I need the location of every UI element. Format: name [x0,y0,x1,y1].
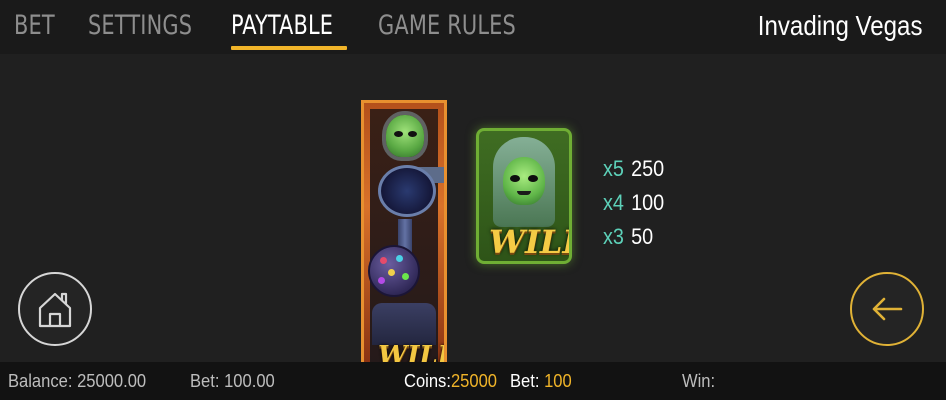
arrow-left-icon [872,297,903,321]
tab-bet[interactable]: BET [14,6,55,46]
back-button[interactable] [850,272,924,346]
payout-row: x4 100 [603,186,664,220]
bet-display: Bet: 100.00 [190,362,275,400]
alien-head [503,157,545,205]
home-icon [38,292,72,328]
expanded-wild-reel-image: WILD [361,100,447,362]
coins-label: Coins: [404,371,451,391]
payout-amount: 100 [631,190,665,215]
payout-multiplier: x5 [603,156,624,181]
balance-value: 25000.00 [77,371,147,391]
top-nav: BET SETTINGS PAYTABLE GAME RULES Invadin… [0,0,946,54]
win-label: Win: [682,371,716,391]
reel-wild-label: WILD [378,341,444,362]
active-tab-indicator [231,46,347,50]
alien-base [372,303,436,345]
payout-row: x5 250 [603,152,664,186]
alien-body [378,165,436,217]
status-bar: Balance: 25000.00 Bet: 100.00 Coins:2500… [0,362,946,400]
coin-bet-value: 100 [544,371,572,391]
coins-display: Coins:25000 [404,362,497,400]
alien-head [386,115,424,157]
payout-amount: 250 [631,156,665,181]
payout-amount: 50 [631,224,654,249]
payout-multiplier: x3 [603,224,624,249]
payout-row: x3 50 [603,220,664,254]
balance-display: Balance: 25000.00 [8,362,146,400]
tab-game-rules[interactable]: GAME RULES [378,6,516,46]
disco-ball [368,245,420,297]
home-button[interactable] [18,272,92,346]
wild-label: WILD [489,223,569,261]
wild-symbol-image: WILD [476,128,572,264]
tab-paytable[interactable]: PAYTABLE [231,6,333,46]
coin-bet-display: Bet: 100 [510,362,572,400]
payout-list: x5 250 x4 100 x3 50 [603,152,671,254]
coin-bet-label: Bet: [510,371,540,391]
paytable-panel: WILD WILD x5 250 x4 100 x3 50 [0,54,946,362]
payout-multiplier: x4 [603,190,624,215]
bet-label: Bet: [190,371,220,391]
win-display: Win: [682,362,715,400]
coins-value: 25000 [450,371,498,391]
bet-value: 100.00 [224,371,275,391]
game-title: Invading Vegas [757,10,922,41]
balance-label: Balance: [8,371,73,391]
tab-settings[interactable]: SETTINGS [88,6,192,46]
